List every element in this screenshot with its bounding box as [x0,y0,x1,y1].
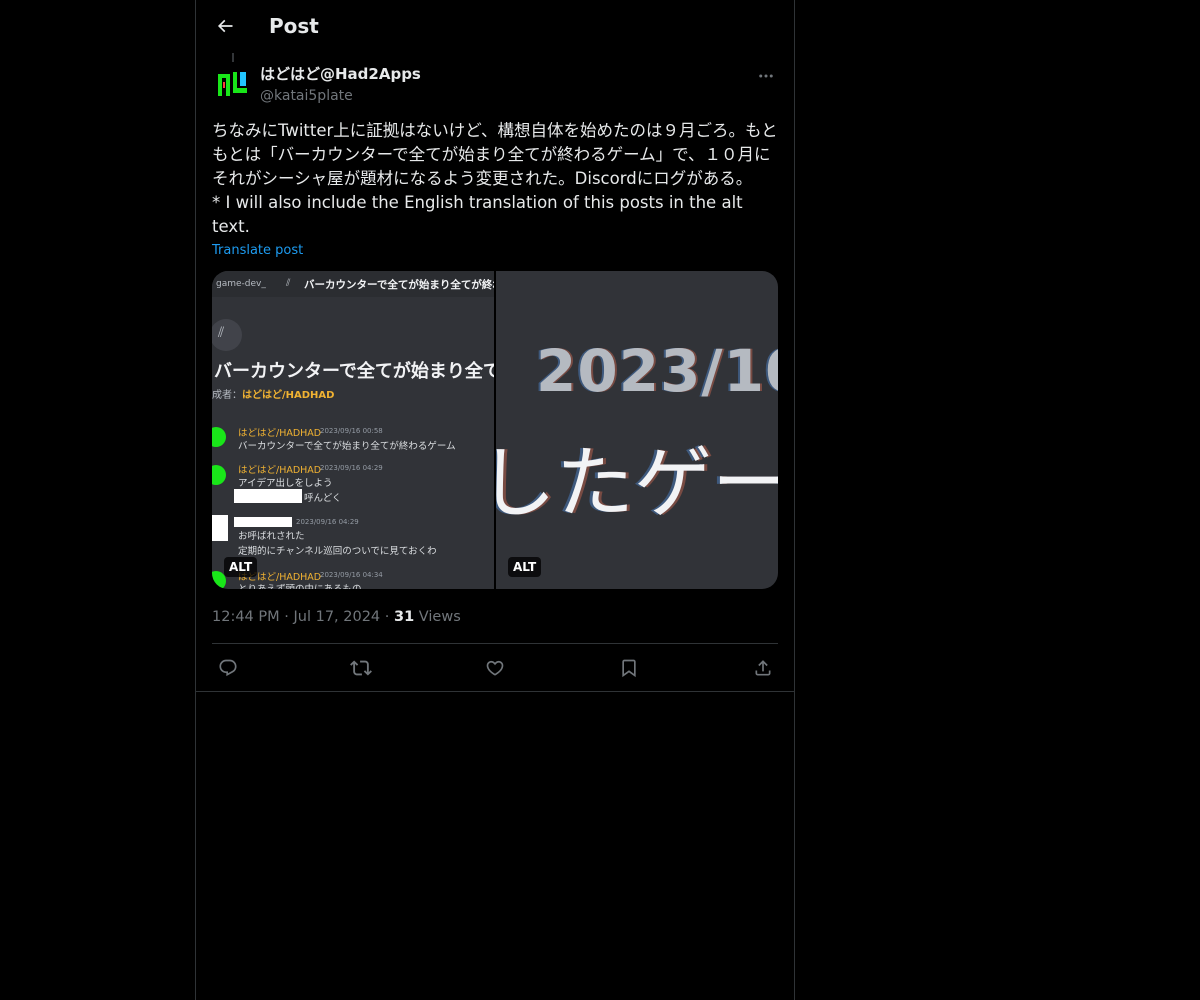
repost-button[interactable] [345,652,377,684]
redacted-author [234,517,292,527]
bookmark-button[interactable] [613,652,645,684]
discord-thread-badge-icon: ⫽ [218,325,225,341]
discord-message-line: 呼んどく [304,493,342,504]
post-meta: 12:44 PM · Jul 17, 2024 · 31 Views [212,607,461,627]
zoomed-caption-text: したゲー [496,439,778,529]
discord-thread-title-bar: バーカウンターで全てが始まり全てが終わる [304,279,494,291]
thread-connector-line [232,53,234,62]
discord-thread-title: バーカウンターで全てが始まり全て [214,361,494,382]
alt-badge[interactable]: ALT [508,557,542,577]
author-handle[interactable]: @katai5plate [260,86,353,106]
action-bar [212,652,778,684]
more-dots-icon [759,74,773,78]
post-header: Post [196,0,794,53]
meta-separator: · [384,609,390,625]
views-label[interactable]: Views [419,609,461,625]
discord-message-line: お呼ばれされた [238,531,305,542]
discord-message-line: バーカウンターで全てが始まり全てが終わるゲーム [238,441,456,452]
post-time[interactable]: 12:44 PM [212,609,280,625]
heart-icon [486,660,504,676]
discord-message-time: 2023/09/16 04:29 [296,518,359,526]
translate-post-link[interactable]: Translate post [212,242,303,260]
discord-creator-label: 成者： [212,390,242,401]
reply-icon [219,659,237,677]
avatar[interactable] [216,68,248,100]
zoomed-date-text: 2023/10 [536,337,778,405]
discord-avatar [212,427,226,447]
bookmark-icon [622,659,636,678]
divider [196,691,794,692]
page-title: Post [269,14,319,38]
views-count[interactable]: 31 [394,609,414,625]
author-display-name[interactable]: はどはど@Had2Apps [260,64,421,84]
alt-badge[interactable]: ALT [224,557,258,577]
discord-message-author: はどはど/HADHAD [238,465,322,476]
discord-message-time: 2023/09/16 00:58 [320,427,383,435]
post-date[interactable]: Jul 17, 2024 [293,609,380,625]
discord-thread-badge [212,319,242,351]
divider [212,643,778,644]
discord-avatar [212,465,226,485]
post-column: Post はどはど@Had2Apps @katai5plate ちなみにTwit… [195,0,795,1000]
share-button[interactable] [747,652,779,684]
post-text-english: * I will also include the English transl… [212,193,748,236]
media-grid: game-dev_ ⫽ バーカウンターで全てが始まり全てが終わる ⫽ バーカウン… [212,271,778,589]
post-text-japanese: ちなみにTwitter上に証拠はないけど、構想自体を始めたのは９月ごろ。もともと… [212,121,778,188]
discord-message-time: 2023/09/16 04:29 [320,464,383,472]
back-button[interactable] [208,9,242,43]
repost-icon [350,660,372,676]
more-options-button[interactable] [754,64,778,88]
avatar-logo-icon [216,68,248,100]
discord-message-time: 2023/09/16 04:34 [320,571,383,579]
reply-button[interactable] [212,652,244,684]
meta-separator: · [284,609,289,625]
discord-channel-name: game-dev_ [216,279,266,289]
arrow-left-icon [217,19,233,33]
discord-creator-name: はどはど/HADHAD [242,390,335,401]
media-image-discord-thread[interactable]: game-dev_ ⫽ バーカウンターで全てが始まり全てが終わる ⫽ バーカウン… [212,271,494,589]
redacted-avatar [212,515,228,541]
post-text: ちなみにTwitter上に証拠はないけど、構想自体を始めたのは９月ごろ。もともと… [212,119,778,239]
discord-message-line: アイデア出しをしよう [238,478,333,489]
discord-message-author: はどはど/HADHAD [238,428,322,439]
discord-message-line: とりあえず頭の中にあるもの [238,581,362,589]
media-image-zoomed-date[interactable]: 2023/10 したゲー ALT [496,271,778,589]
redacted-block [234,489,302,503]
share-icon [755,660,771,676]
like-button[interactable] [479,652,511,684]
discord-message-line: 定期的にチャンネル巡回のついでに見ておくわ [238,546,437,557]
discord-thread-icon: ⫽ [286,278,291,289]
